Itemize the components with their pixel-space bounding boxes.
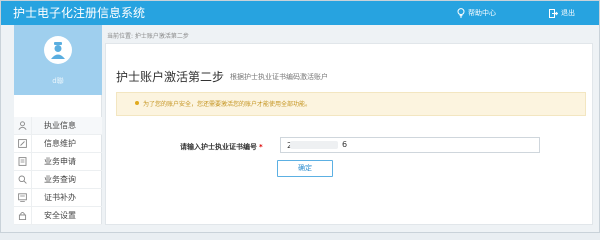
sidebar-item-label: 业务查询 (44, 175, 76, 184)
nurse-avatar-icon (51, 42, 65, 59)
confirm-button[interactable]: 确定 (277, 160, 333, 177)
logout-label: 退出 (561, 9, 575, 17)
sidebar-item-label: 安全设置 (44, 211, 76, 220)
breadcrumb: 当前位置: 护士账户激活第二步 (107, 33, 189, 40)
notice-text: 为了您的账户安全，您还需要激活您的账户才能使用全部功能。 (143, 101, 312, 108)
help-center-label: 帮助中心 (468, 9, 496, 17)
sidebar-item-label: 执业信息 (44, 121, 76, 130)
document-icon (14, 152, 32, 171)
lock-icon (14, 206, 32, 225)
sidebar-item-security-settings[interactable]: 安全设置 (14, 206, 102, 225)
sidebar-item-business-apply[interactable]: 业务申请 (14, 152, 102, 171)
sidebar-item-business-query[interactable]: 业务查询 (14, 170, 102, 189)
lightbulb-icon (457, 8, 465, 18)
sidebar-item-label: 证书补办 (44, 193, 76, 202)
avatar (44, 36, 72, 64)
certificate-number-suffix: 6 (342, 140, 348, 149)
main-panel: 护士账户激活第二步 根据护士执业证书编码激活账户 为了您的账户安全，您还需要激活… (105, 43, 593, 225)
sidebar-item-info-maintenance[interactable]: 信息维护 (14, 134, 102, 153)
sidebar-menu: 执业信息 信息维护 业务申请 业务查询 证书补办 安全设置 (14, 116, 102, 225)
header-bar: 护士电子化注册信息系统 帮助中心 退出 (1, 1, 599, 25)
sidebar: d聯 执业信息 信息维护 业务申请 业务查询 证书补办 安全设置 (14, 25, 102, 225)
required-mark: * (259, 143, 263, 151)
user-icon (14, 116, 32, 135)
sidebar-item-practice-info[interactable]: 执业信息 (14, 116, 102, 135)
bullet-icon (135, 101, 139, 105)
sidebar-item-label: 业务申请 (44, 157, 76, 166)
certificate-number-label-text: 请输入护士执业证书编号 (180, 143, 257, 151)
logout-link[interactable]: 退出 (549, 6, 575, 20)
logout-icon (549, 8, 558, 18)
app-window: 护士电子化注册信息系统 帮助中心 退出 d聯 执业信息 信息维护 业务申请 业务… (0, 0, 600, 233)
certificate-icon (14, 188, 32, 207)
username: d聯 (52, 77, 64, 85)
page-title: 护士账户激活第二步 (116, 70, 225, 84)
sidebar-item-certificate-reissue[interactable]: 证书补办 (14, 188, 102, 207)
sidebar-item-label: 信息维护 (44, 139, 76, 148)
app-title: 护士电子化注册信息系统 (13, 6, 146, 20)
help-center-link[interactable]: 帮助中心 (457, 6, 496, 20)
masked-text (290, 141, 338, 149)
certificate-number-label: 请输入护士执业证书编号 * (180, 142, 263, 152)
profile-panel: d聯 (14, 25, 102, 95)
page-subtitle: 根据护士执业证书编码激活账户 (230, 73, 328, 81)
edit-icon (14, 134, 32, 153)
search-icon (14, 170, 32, 189)
notice-banner: 为了您的账户安全，您还需要激活您的账户才能使用全部功能。 (116, 92, 586, 116)
